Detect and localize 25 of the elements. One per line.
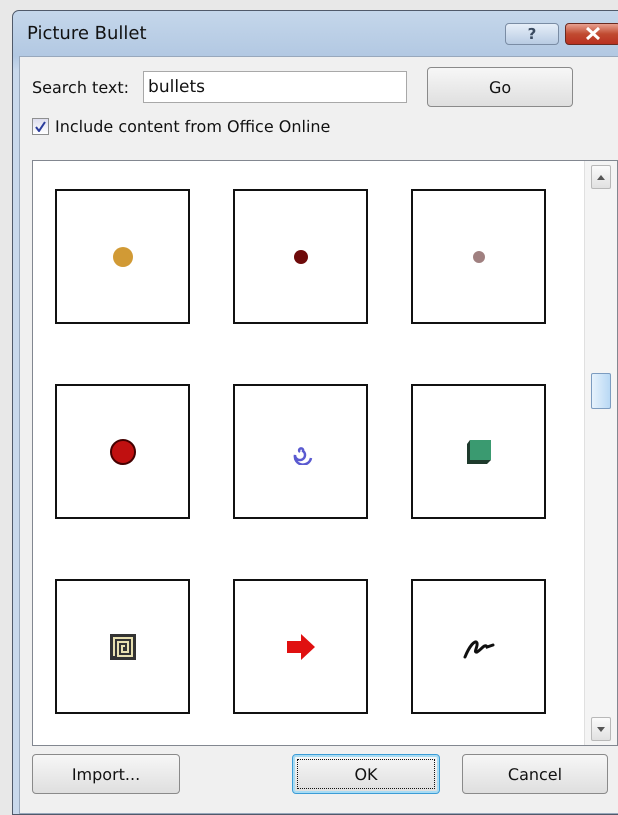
help-button[interactable]: ?	[505, 22, 559, 44]
bullet-option[interactable]	[411, 384, 546, 519]
dialog-button[interactable]: Import...	[32, 754, 180, 794]
close-icon	[585, 27, 601, 40]
search-field[interactable]: bullets	[143, 71, 408, 103]
dialog-button[interactable]: OK	[292, 754, 440, 794]
go-button[interactable]: Go	[427, 67, 574, 107]
scrollbar[interactable]	[584, 161, 617, 745]
bullet-option[interactable]	[411, 189, 546, 324]
window-title: Picture Bullet	[27, 23, 147, 44]
close-button[interactable]	[565, 22, 618, 44]
include-online-checkbox[interactable]	[32, 118, 49, 135]
scroll-up-icon[interactable]	[591, 165, 611, 189]
include-online-label: Include content from Office Online	[55, 117, 330, 136]
dialog-button[interactable]: Cancel	[462, 754, 608, 794]
bullet-option[interactable]	[233, 579, 368, 714]
scroll-down-icon[interactable]	[591, 717, 611, 741]
bullet-option[interactable]	[55, 579, 190, 714]
bullet-option[interactable]	[55, 384, 190, 519]
scroll-thumb[interactable]	[591, 373, 611, 409]
bullet-option[interactable]	[233, 384, 368, 519]
search-label: Search text:	[32, 78, 130, 96]
bullet-option[interactable]	[411, 579, 546, 714]
bullet-option[interactable]	[233, 189, 368, 324]
bullet-option[interactable]	[55, 189, 190, 324]
